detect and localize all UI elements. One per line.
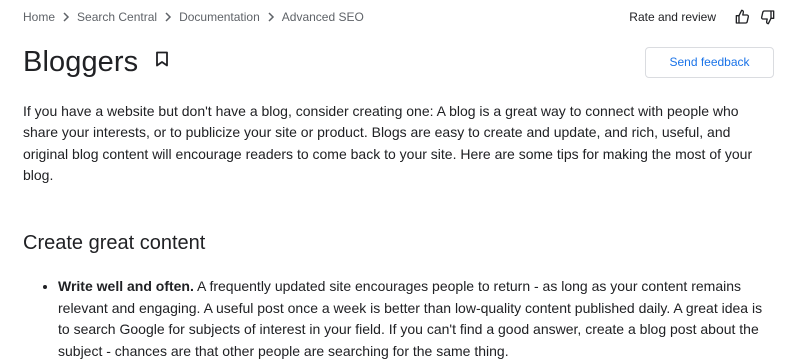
thumb-down-icon[interactable] [758,8,776,26]
page: Home Search Central Documentation Advanc… [0,0,800,362]
breadcrumb-documentation[interactable]: Documentation [179,10,260,24]
section-heading: Create great content [23,232,206,254]
breadcrumb-home[interactable]: Home [23,10,55,24]
top-bar: Home Search Central Documentation Advanc… [23,6,776,28]
rate-and-review-label: Rate and review [629,10,716,24]
bookmark-icon[interactable] [152,49,172,69]
title-group: Bloggers [23,44,172,80]
thumb-up-icon[interactable] [734,8,752,26]
chevron-right-icon [55,9,77,25]
intro-paragraph: If you have a website but don't have a b… [23,103,753,184]
breadcrumb-advanced-seo[interactable]: Advanced SEO [282,10,364,24]
tip-title: Write well and often. [58,278,194,294]
send-feedback-button[interactable]: Send feedback [645,46,774,78]
tips-list: Write well and often. A frequently updat… [23,276,775,362]
breadcrumb-search-central[interactable]: Search Central [77,10,157,24]
rate-and-review: Rate and review [629,8,776,26]
chevron-right-icon [260,9,282,25]
breadcrumb: Home Search Central Documentation Advanc… [23,9,364,25]
title-row: Bloggers Send feedback [23,42,776,82]
list-item: Write well and often. A frequently updat… [58,276,775,362]
page-title: Bloggers [23,46,139,78]
chevron-right-icon [157,9,179,25]
